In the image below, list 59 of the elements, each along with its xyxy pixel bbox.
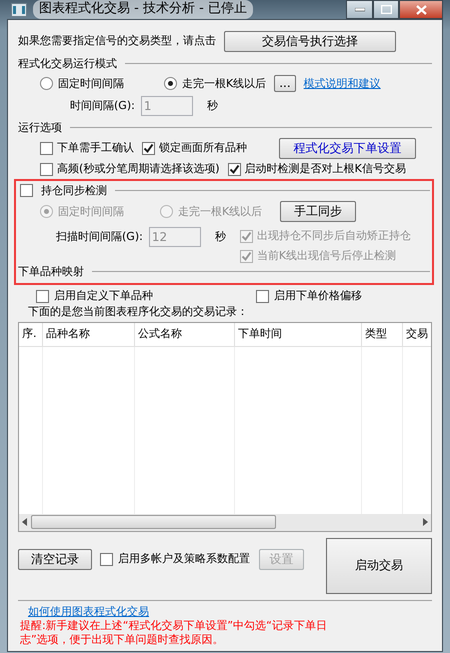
close-button[interactable] [399,0,443,19]
help-link[interactable]: 模式说明和建议 [304,76,381,90]
option-label: 固定时间间隔 [58,76,124,90]
checkbox-label: 当前K线出现信号后停止检测 [256,249,396,263]
column-header[interactable]: 交易 [403,322,431,346]
signal-select-button[interactable]: 交易信号执行选择 [224,30,396,52]
option-label: 走完一根K线以后 [182,76,266,90]
close-icon [416,4,426,14]
column-header[interactable]: 序. [19,322,43,346]
table-caption: 下面的是您当前图表程序化交易的交易记录： [27,305,249,319]
right-arrow-icon[interactable] [421,518,429,526]
checkbox[interactable] [20,184,33,197]
help-link[interactable]: 如何使用图表程式化交易 [28,604,149,618]
ellipsis-button[interactable]: ... [274,75,296,92]
prompt-text: 如果您需要指定信号的交易类型，请点击 [18,34,216,48]
checkbox-label: 锁定画面所有品种 [159,141,247,155]
app-icon [11,2,27,16]
column-header[interactable]: 下单时间 [235,322,362,346]
radio-button[interactable] [164,77,177,90]
checkbox[interactable] [40,162,53,176]
checkbox-label: 启动时检测是否对上根K信号交易 [244,162,406,176]
checkbox[interactable] [100,552,113,566]
section-heading: 运行选项 [18,120,62,134]
checkbox[interactable] [228,162,241,176]
left-arrow-icon[interactable] [21,518,29,526]
minimize-button[interactable] [346,0,373,19]
option-label: 固定时间间隔 [58,204,124,218]
checkbox[interactable] [256,290,269,302]
column-header[interactable]: 品种名称 [43,322,135,346]
reminder-text: 提醒:新手建议在上述“程式化交易下单设置”中勾选“记录下单日志”选项，便于出现下单问题时查找原因。 [20,618,328,646]
window-title: 图表程式化交易 - 技术分析 - 已停止 [33,0,253,19]
field-label: 扫描时间间隔(G): [56,230,143,244]
section-heading: 下单品种映射 [18,264,84,278]
order-settings-button[interactable]: 程式化交易下单设置 [279,138,416,158]
checkbox-label: 启用自定义下单品种 [54,289,153,303]
checkbox-label: 出现持仓不同步后自动矫正持仓 [256,229,411,243]
radio-button[interactable] [40,77,53,90]
section-heading: 持仓同步检测 [41,184,107,198]
checkbox-label: 下单需手工确认 [57,141,134,155]
minimize-icon [354,8,364,12]
checkbox[interactable] [142,142,155,154]
checkbox-label: 启用下单价格偏移 [274,289,362,303]
maximize-icon [380,5,392,14]
checkbox-label: 启用多帐户及策略系数配置 [118,552,250,566]
checkbox[interactable] [40,142,53,154]
maximize-button[interactable] [373,0,399,19]
field-label: 时间间隔(G): [70,99,135,113]
horizontal-scrollbar[interactable] [19,514,431,531]
column-header[interactable]: 类型 [362,322,403,346]
manual-sync-button[interactable]: 手工同步 [280,201,356,222]
checkbox-label: 高频(秒或分笔周期请选择该选项) [57,162,220,176]
clear-records-button[interactable]: 清空记录 [18,548,92,570]
unit-label: 秒 [214,230,226,244]
checkbox[interactable] [36,290,49,302]
unit-label: 秒 [206,99,218,113]
section-heading: 程式化交易运行模式 [18,56,117,70]
column-header[interactable]: 公式名称 [135,322,235,346]
start-trading-button[interactable]: 启动交易 [326,538,432,594]
option-label: 走完一根K线以后 [178,204,262,218]
